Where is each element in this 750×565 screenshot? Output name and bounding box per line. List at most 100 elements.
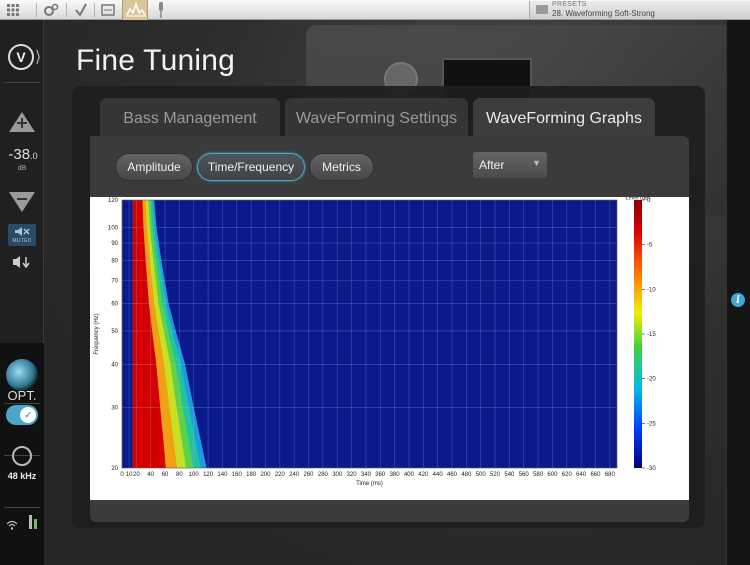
input-source-icon[interactable] <box>6 359 38 391</box>
y-tick-label: 30 <box>111 405 118 411</box>
volume-readout: -38.0 <box>3 146 43 163</box>
x-tick-label: 200 <box>260 472 271 478</box>
input-toggle[interactable]: ✓ <box>6 405 38 425</box>
x-tick-label: 360 <box>375 472 386 478</box>
x-axis-label: Time (ms) <box>356 481 383 487</box>
x-tick-label: 320 <box>347 472 358 478</box>
triangle-up-icon <box>9 112 35 132</box>
x-tick-label: 140 <box>217 472 228 478</box>
tab-bass-management[interactable]: Bass Management <box>100 98 280 140</box>
left-sidebar: V ⟩ -38.0 dB MUTED OPT. ✓ 48 kHz <box>0 20 44 565</box>
x-tick-label: 640 <box>576 472 587 478</box>
x-tick-label: 0 <box>120 472 124 478</box>
x-tick-label: 80 <box>176 472 183 478</box>
colorbar-tick-label: -15 <box>647 332 656 338</box>
settings-gears-icon[interactable] <box>42 2 60 18</box>
view-select-value: After <box>479 158 505 172</box>
view-select[interactable]: After ▼ <box>473 152 547 178</box>
toolbar-divider <box>94 3 95 17</box>
x-tick-label: 460 <box>447 472 458 478</box>
toolbar-divider <box>36 3 37 17</box>
colorbar-tick-label: -20 <box>647 377 656 383</box>
x-tick-label: 660 <box>590 472 601 478</box>
x-tick-label: 280 <box>318 472 329 478</box>
x-tick-label: 420 <box>418 472 429 478</box>
y-tick-label: 70 <box>111 279 118 285</box>
onset-region <box>122 200 133 468</box>
display-icon[interactable] <box>99 2 117 18</box>
sample-rate: 48 kHz <box>7 471 37 481</box>
x-tick-label: 260 <box>304 472 315 478</box>
input-label: OPT. <box>7 388 37 403</box>
colorbar-tick-label: -30 <box>647 466 656 472</box>
y-tick-label: 120 <box>108 198 119 204</box>
preset-name: 28. Waveforming Soft-Strong <box>552 9 655 18</box>
preset-label: PRESETS <box>552 1 587 8</box>
x-tick-label: 680 <box>605 472 616 478</box>
sidebar-divider <box>4 403 40 404</box>
x-tick-label: 120 <box>203 472 214 478</box>
x-tick-label: 400 <box>404 472 415 478</box>
microphone-icon[interactable] <box>152 2 170 18</box>
mute-button[interactable]: MUTED <box>8 224 36 246</box>
x-tick-label: 480 <box>461 472 472 478</box>
x-tick-label: 240 <box>289 472 300 478</box>
mute-label: MUTED <box>12 238 32 244</box>
triangle-down-icon <box>9 192 35 212</box>
page-title: Fine Tuning <box>76 44 235 77</box>
volume-decimal: .0 <box>30 151 38 161</box>
keypad-icon[interactable] <box>4 2 22 18</box>
tuning-panel: Bass Management WaveForming Settings Wav… <box>72 86 705 528</box>
app-window: PRESETS 28. Waveforming Soft-Strong V ⟩ … <box>0 0 750 565</box>
sidebar-divider <box>4 507 40 508</box>
colorbar-tick-label: -10 <box>647 287 656 293</box>
volume-down-button[interactable] <box>8 190 36 214</box>
speaker-muted-icon <box>15 227 30 236</box>
spectrogram-svg: 0 10 20 40 60 80 100 120 140 160 180 200 220 240 260 28… <box>94 197 656 487</box>
x-tick-label: 440 <box>433 472 444 478</box>
y-axis-label: Frequency (Hz) <box>94 313 100 354</box>
spectrogram-chart: 0 10 20 40 60 80 100 120 140 160 180 200 220 240 260 28… <box>90 197 689 500</box>
y-tick-label: 100 <box>108 225 119 231</box>
y-tick-label: 20 <box>111 466 118 472</box>
x-tick-label: 20 <box>133 472 140 478</box>
graph-content-area: Amplitude Time/Frequency Metrics After ▼… <box>90 136 689 522</box>
volume-up-button[interactable] <box>8 110 36 134</box>
info-icon[interactable]: i <box>731 293 745 307</box>
x-tick-label: 560 <box>519 472 530 478</box>
tuning-icon <box>126 1 146 17</box>
speaker-down-icon[interactable] <box>12 254 32 272</box>
x-tick-label: 380 <box>390 472 401 478</box>
x-tick-label: 620 <box>562 472 573 478</box>
checkmark-icon[interactable] <box>72 2 90 18</box>
tuning-tab-button[interactable] <box>122 0 148 20</box>
x-tick-label: 520 <box>490 472 501 478</box>
preset-selector[interactable]: PRESETS 28. Waveforming Soft-Strong <box>529 1 750 19</box>
y-tick-label: 60 <box>111 302 118 308</box>
colorbar-tick-label: -5 <box>647 243 653 249</box>
time-frequency-button[interactable]: Time/Frequency <box>197 153 305 181</box>
x-tick-label: 540 <box>504 472 515 478</box>
volume-value: -38 <box>8 146 31 163</box>
y-tick-label: 80 <box>111 259 118 265</box>
tab-waveforming-graphs[interactable]: WaveForming Graphs <box>473 98 655 140</box>
chevron-down-icon: ▼ <box>532 158 541 168</box>
sync-icon <box>12 446 32 466</box>
main-content: Fine Tuning Bass Management WaveForming … <box>44 20 736 565</box>
x-tick-label: 580 <box>533 472 544 478</box>
volume-unit: dB <box>17 165 27 172</box>
x-tick-label: 40 <box>147 472 154 478</box>
x-tick-label: 340 <box>361 472 372 478</box>
tab-waveforming-settings[interactable]: WaveForming Settings <box>285 98 468 140</box>
amplitude-button[interactable]: Amplitude <box>115 153 193 181</box>
x-tick-label: 180 <box>246 472 257 478</box>
x-tick-label: 60 <box>162 472 169 478</box>
brand-logo-icon[interactable]: V <box>8 44 34 70</box>
x-tick-label: 500 <box>476 472 487 478</box>
toolbar-divider <box>66 3 67 17</box>
metrics-button[interactable]: Metrics <box>309 153 374 181</box>
x-tick-label: 300 <box>332 472 343 478</box>
x-tick-label: 220 <box>275 472 286 478</box>
chevron-right-icon[interactable]: ⟩ <box>35 47 41 67</box>
x-tick-label: 600 <box>547 472 558 478</box>
